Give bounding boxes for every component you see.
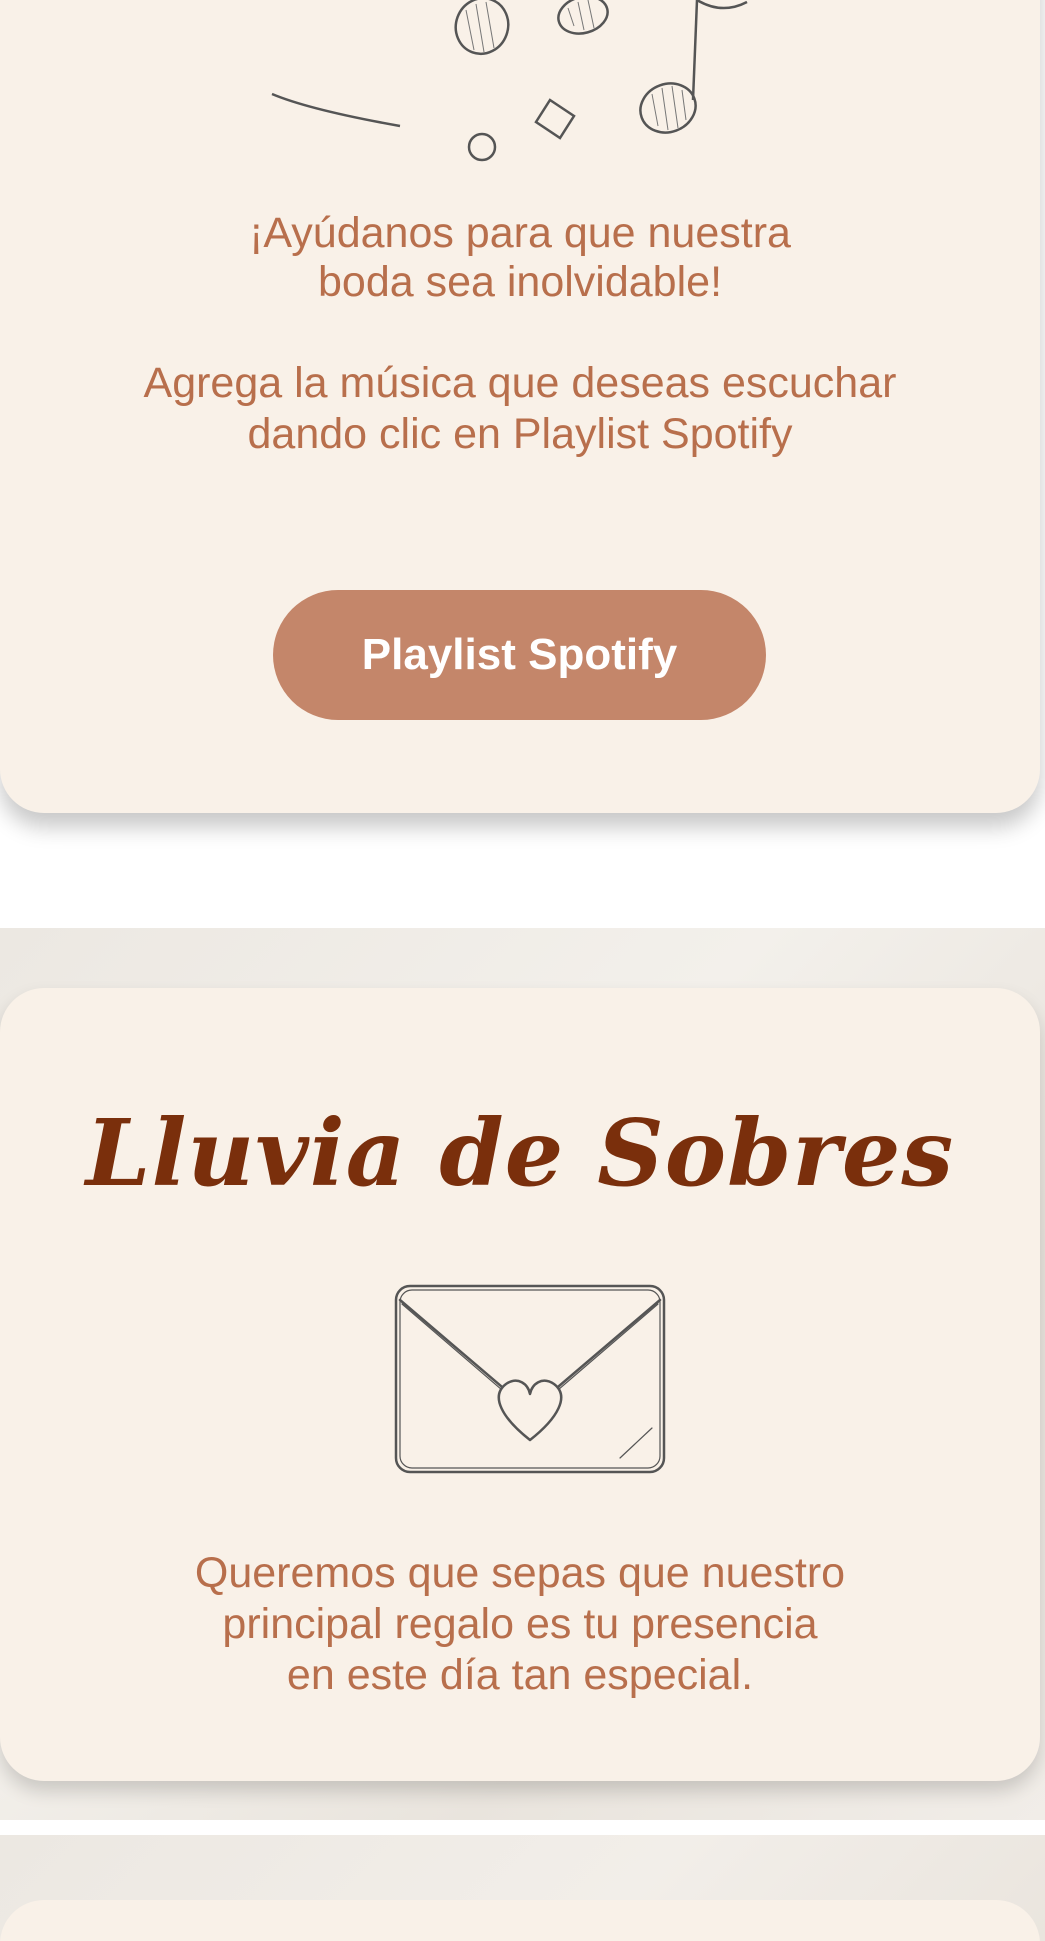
page: ¡Ayúdanos para que nuestra boda sea inol…	[0, 0, 1045, 1941]
music-notes-icon	[271, 0, 748, 162]
sobres-description: Queremos que sepas que nuestro principal…	[194, 1549, 846, 1699]
sobres-title: Lluvia de Sobres	[85, 1099, 955, 1207]
envelope-heart-icon	[394, 1284, 666, 1474]
playlist-card: ¡Ayúdanos para que nuestra boda sea inol…	[0, 0, 1040, 813]
next-card	[0, 1900, 1040, 1941]
sobres-card: Lluvia de Sobres Queremos que sepas que …	[0, 988, 1040, 1781]
playlist-description: Agrega la música que deseas escuchar dan…	[143, 359, 897, 458]
playlist-title: ¡Ayúdanos para que nuestra boda sea inol…	[249, 209, 791, 306]
playlist-spotify-button[interactable]: Playlist Spotify	[273, 590, 766, 720]
